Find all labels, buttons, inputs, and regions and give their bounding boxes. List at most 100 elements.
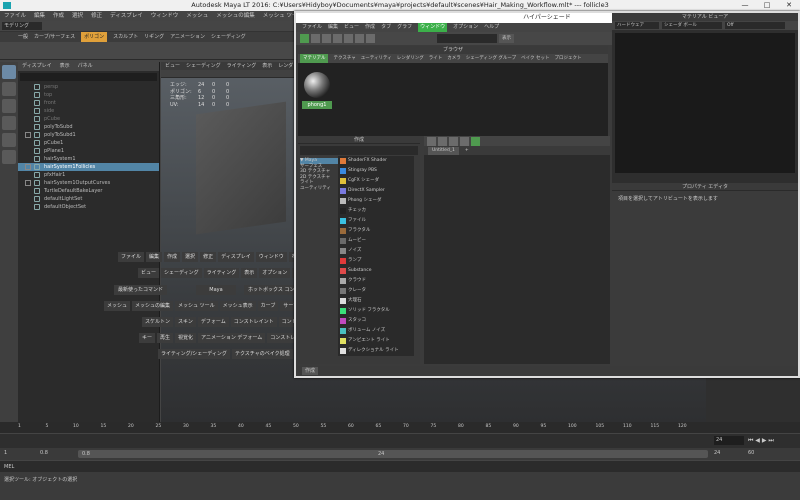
- select-tool-icon[interactable]: [2, 65, 16, 79]
- hotbox-item[interactable]: メッシュの編集: [132, 301, 174, 311]
- minimize-button[interactable]: —: [734, 0, 756, 11]
- outliner-item[interactable]: polyToSubd1: [18, 131, 159, 139]
- create-node-item[interactable]: クレータ: [338, 286, 414, 296]
- material-swatch-icon[interactable]: [304, 72, 330, 98]
- outliner-item[interactable]: side: [18, 107, 159, 115]
- browser-tab[interactable]: シェーディング グループ: [466, 54, 516, 63]
- outliner-menu-item[interactable]: 表示: [60, 62, 70, 71]
- create-node-item[interactable]: ボリューム ノイズ: [338, 326, 414, 336]
- hotbox-item[interactable]: カーブ: [257, 301, 279, 311]
- add-tab-button[interactable]: +: [461, 147, 473, 155]
- hotbox-item[interactable]: スケルトン: [142, 317, 174, 327]
- hotbox-item[interactable]: コンストレイント: [230, 317, 277, 327]
- hotbox-item[interactable]: ウィンドウ: [255, 252, 287, 262]
- hotbox-item[interactable]: 視覚化: [175, 333, 197, 343]
- command-line[interactable]: MEL: [0, 460, 800, 472]
- menu-item[interactable]: メッシュの編集: [216, 11, 255, 21]
- hotbox-item[interactable]: ファイル: [118, 252, 145, 262]
- tab-create[interactable]: 作成: [302, 367, 319, 375]
- shelf-tab[interactable]: カーブ/サーフェス: [34, 32, 75, 42]
- hypershade-menu-item[interactable]: タブ: [381, 23, 391, 32]
- tool-icon[interactable]: [355, 34, 364, 43]
- shelf-tab[interactable]: アニメーション: [170, 32, 205, 42]
- hotbox-item[interactable]: 選択: [182, 252, 199, 262]
- tool-icon[interactable]: [427, 137, 436, 146]
- create-node-item[interactable]: フラクタル: [338, 226, 414, 236]
- graph-icon[interactable]: [300, 34, 309, 43]
- hypershade-menu-item[interactable]: 作成: [365, 23, 375, 32]
- outliner-item[interactable]: pCube: [18, 115, 159, 123]
- outliner-item[interactable]: TurtleDefaultBakeLayer: [18, 187, 159, 195]
- create-node-item[interactable]: スタッコ: [338, 316, 414, 326]
- hypershade-menu-item[interactable]: ヘルプ: [484, 23, 499, 32]
- maximize-button[interactable]: □: [756, 0, 778, 11]
- hotbox-item[interactable]: 作成: [164, 252, 181, 262]
- menu-item[interactable]: 作成: [53, 11, 64, 21]
- outliner-item[interactable]: hairSystem1OutputCurves: [18, 179, 159, 187]
- shape-dropdown[interactable]: シェーダ ボール: [662, 22, 722, 29]
- range-outer-end-field[interactable]: 60: [748, 450, 754, 456]
- playback-controls[interactable]: ⏮ ◀ ▶ ⏭: [748, 436, 798, 445]
- range-end-field[interactable]: 24: [714, 450, 720, 456]
- hotbox-recent-commands[interactable]: 最新使ったコマンド: [114, 285, 168, 295]
- hotbox-item[interactable]: メッシュ: [104, 301, 131, 311]
- outliner-menu-item[interactable]: ディスプレイ: [22, 62, 52, 71]
- hotbox-item[interactable]: アニメーション デフォーム: [198, 333, 266, 343]
- tool-icon[interactable]: [333, 34, 342, 43]
- cube-object[interactable]: [196, 101, 286, 235]
- range-start-field[interactable]: 1: [4, 450, 7, 456]
- hypershade-menu-item[interactable]: オプション: [453, 23, 478, 32]
- outliner-item[interactable]: defaultLightSet: [18, 195, 159, 203]
- viewport-menu-item[interactable]: ビュー: [165, 62, 180, 70]
- tool-icon[interactable]: [438, 137, 447, 146]
- create-node-item[interactable]: ノイズ: [338, 246, 414, 256]
- menu-item[interactable]: 編集: [34, 11, 45, 21]
- hotbox-item[interactable]: メッシュ ツール: [175, 301, 218, 311]
- outliner-item[interactable]: front: [18, 99, 159, 107]
- create-node-item[interactable]: Stingray PBS: [338, 166, 414, 176]
- time-slider[interactable]: 1 5 10 15 20 25 30 35 40 45 50 55 60 65 70 75 80 85 90 95 10…: [0, 422, 800, 448]
- hotbox-center-maya[interactable]: Maya: [196, 285, 236, 295]
- expand-icon[interactable]: [25, 164, 31, 170]
- create-node-item[interactable]: ファイル: [338, 216, 414, 226]
- tab-untitled[interactable]: Untitled_1: [428, 147, 459, 155]
- create-node-item[interactable]: チェッカ: [338, 206, 414, 216]
- hypershade-menu-item[interactable]: ウィンドウ: [418, 23, 448, 32]
- outliner-item[interactable]: top: [18, 91, 159, 99]
- create-node-item[interactable]: Substance: [338, 266, 414, 276]
- outliner-item[interactable]: persp: [18, 83, 159, 91]
- menu-item[interactable]: 選択: [72, 11, 83, 21]
- viewport-menu-item[interactable]: ライティング: [227, 62, 257, 70]
- create-search-input[interactable]: [300, 146, 418, 155]
- menu-item[interactable]: 修正: [91, 11, 102, 21]
- shelf-tab[interactable]: 一般: [18, 32, 28, 42]
- browser-tab[interactable]: レンダリング: [397, 54, 424, 63]
- move-tool-icon[interactable]: [2, 116, 16, 130]
- create-node-item[interactable]: DirectX Sampler: [338, 186, 414, 196]
- paint-select-icon[interactable]: [2, 99, 16, 113]
- create-node-item[interactable]: ランプ: [338, 256, 414, 266]
- hotbox-item[interactable]: オプション: [259, 268, 291, 278]
- hotbox-item[interactable]: 修正: [200, 252, 217, 262]
- rotate-tool-icon[interactable]: [2, 133, 16, 147]
- current-frame-field[interactable]: 24: [714, 436, 744, 445]
- shelf-tab[interactable]: シェーディング: [211, 32, 246, 42]
- browser-tab[interactable]: ベイク セット: [521, 54, 549, 63]
- hypershade-menu-item[interactable]: 編集: [328, 23, 338, 32]
- create-node-item[interactable]: CgFX シェーダ: [338, 176, 414, 186]
- outliner-item[interactable]: pfxHair1: [18, 171, 159, 179]
- hotbox-item[interactable]: キー: [139, 333, 156, 343]
- renderer-dropdown[interactable]: ハードウェア: [615, 22, 659, 29]
- tool-icon[interactable]: [460, 137, 469, 146]
- outliner-search-input[interactable]: [20, 73, 157, 81]
- menu-item[interactable]: ファイル: [4, 11, 26, 21]
- create-category[interactable]: ユーティリティ: [300, 186, 338, 192]
- hotbox-item[interactable]: メッシュ表示: [219, 301, 256, 311]
- mode-selector[interactable]: モデリング: [2, 22, 42, 30]
- browser-tab[interactable]: マテリアル: [300, 54, 329, 63]
- browser-tab[interactable]: プロジェクト: [554, 54, 581, 63]
- hypershade-menu-item[interactable]: ファイル: [302, 23, 322, 32]
- create-node-item[interactable]: Phong シェーダ: [338, 196, 414, 206]
- range-bar[interactable]: 0.8 24: [78, 450, 708, 458]
- shelf-tab[interactable]: ポリゴン: [81, 32, 108, 42]
